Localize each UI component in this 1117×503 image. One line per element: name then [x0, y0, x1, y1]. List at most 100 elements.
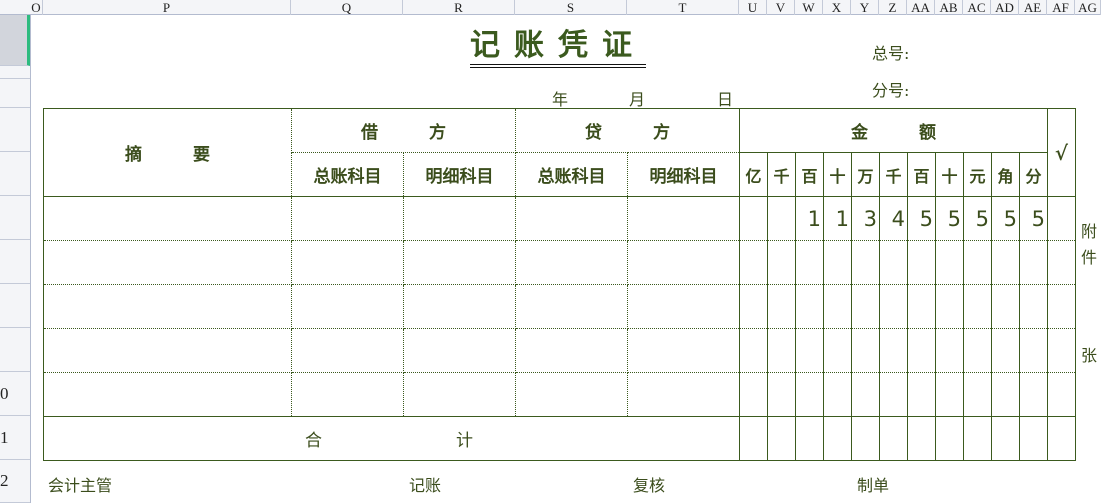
column-header-O[interactable]: O	[30, 0, 43, 15]
credit-detail-cell[interactable]	[627, 328, 740, 373]
amount-digit-cell[interactable]	[823, 372, 852, 417]
row-header[interactable]	[0, 66, 30, 79]
check-cell[interactable]	[1047, 240, 1076, 285]
amount-digit-cell[interactable]	[991, 328, 1020, 373]
total-amount-cell[interactable]	[935, 416, 964, 461]
amount-digit-cell[interactable]	[963, 372, 992, 417]
total-amount-cell[interactable]	[823, 416, 852, 461]
row-header[interactable]	[0, 196, 30, 240]
amount-digit-cell[interactable]: 5	[935, 196, 964, 241]
amount-digit-cell[interactable]	[767, 328, 796, 373]
amount-digit-cell[interactable]	[739, 372, 768, 417]
amount-digit-cell[interactable]	[823, 328, 852, 373]
amount-digit-cell[interactable]	[1019, 284, 1048, 329]
total-amount-cell[interactable]	[739, 416, 768, 461]
column-header-Z[interactable]: Z	[879, 0, 907, 15]
amount-digit-cell[interactable]	[907, 372, 936, 417]
amount-digit-cell[interactable]	[739, 284, 768, 329]
amount-digit-cell[interactable]	[739, 328, 768, 373]
amount-digit-cell[interactable]	[1019, 328, 1048, 373]
credit-gl-cell[interactable]	[515, 240, 628, 285]
amount-digit-cell[interactable]	[851, 240, 880, 285]
amount-digit-cell[interactable]	[795, 328, 824, 373]
amount-digit-cell[interactable]	[739, 196, 768, 241]
total-check-cell[interactable]	[1047, 416, 1076, 461]
row-header[interactable]	[0, 108, 30, 152]
amount-digit-cell[interactable]	[935, 328, 964, 373]
amount-digit-cell[interactable]	[879, 240, 908, 285]
column-header-S[interactable]: S	[515, 0, 627, 15]
amount-digit-cell[interactable]	[767, 240, 796, 285]
column-header-Y[interactable]: Y	[851, 0, 879, 15]
row-header[interactable]	[0, 284, 30, 328]
row-header[interactable]	[0, 15, 30, 66]
row-header[interactable]	[0, 240, 30, 284]
amount-digit-cell[interactable]	[907, 284, 936, 329]
amount-digit-cell[interactable]	[851, 284, 880, 329]
total-amount-cell[interactable]	[963, 416, 992, 461]
amount-digit-cell[interactable]	[879, 372, 908, 417]
amount-digit-cell[interactable]	[935, 372, 964, 417]
check-cell[interactable]	[1047, 284, 1076, 329]
amount-digit-cell[interactable]: 5	[963, 196, 992, 241]
amount-digit-cell[interactable]	[991, 240, 1020, 285]
column-header-AG[interactable]: AG	[1075, 0, 1101, 15]
column-header-Q[interactable]: Q	[291, 0, 403, 15]
credit-gl-cell[interactable]	[515, 372, 628, 417]
amount-digit-cell[interactable]: 5	[907, 196, 936, 241]
amount-digit-cell[interactable]	[963, 284, 992, 329]
amount-digit-cell[interactable]	[823, 240, 852, 285]
debit-gl-cell[interactable]	[291, 284, 404, 329]
column-header-P[interactable]: P	[43, 0, 291, 15]
amount-digit-cell[interactable]	[767, 196, 796, 241]
summary-cell[interactable]	[43, 196, 292, 241]
credit-detail-cell[interactable]	[627, 196, 740, 241]
column-header-U[interactable]: U	[739, 0, 767, 15]
debit-gl-cell[interactable]	[291, 196, 404, 241]
debit-detail-cell[interactable]	[403, 196, 516, 241]
debit-gl-cell[interactable]	[291, 328, 404, 373]
amount-digit-cell[interactable]	[851, 328, 880, 373]
row-header[interactable]: 1	[0, 416, 30, 460]
summary-cell[interactable]	[43, 328, 292, 373]
column-header-V[interactable]: V	[767, 0, 795, 15]
debit-gl-cell[interactable]	[291, 240, 404, 285]
amount-digit-cell[interactable]	[823, 284, 852, 329]
total-amount-cell[interactable]	[907, 416, 936, 461]
amount-digit-cell[interactable]	[739, 240, 768, 285]
amount-digit-cell[interactable]	[1019, 372, 1048, 417]
check-cell[interactable]	[1047, 328, 1076, 373]
row-header[interactable]	[0, 152, 30, 196]
amount-digit-cell[interactable]	[767, 372, 796, 417]
column-header-AA[interactable]: AA	[907, 0, 935, 15]
summary-cell[interactable]	[43, 240, 292, 285]
amount-digit-cell[interactable]	[795, 284, 824, 329]
amount-digit-cell[interactable]: 1	[823, 196, 852, 241]
amount-digit-cell[interactable]	[1019, 240, 1048, 285]
amount-digit-cell[interactable]: 1	[795, 196, 824, 241]
amount-digit-cell[interactable]	[963, 328, 992, 373]
amount-digit-cell[interactable]	[795, 372, 824, 417]
column-header-AB[interactable]: AB	[935, 0, 963, 15]
total-amount-cell[interactable]	[767, 416, 796, 461]
row-header[interactable]	[0, 328, 30, 372]
column-header-AF[interactable]: AF	[1047, 0, 1075, 15]
credit-gl-cell[interactable]	[515, 284, 628, 329]
amount-digit-cell[interactable]	[907, 240, 936, 285]
total-amount-cell[interactable]	[991, 416, 1020, 461]
credit-gl-cell[interactable]	[515, 328, 628, 373]
summary-cell[interactable]	[43, 372, 292, 417]
row-header[interactable]: 0	[0, 372, 30, 416]
column-header-AD[interactable]: AD	[991, 0, 1019, 15]
total-amount-cell[interactable]	[795, 416, 824, 461]
total-amount-cell[interactable]	[879, 416, 908, 461]
credit-gl-cell[interactable]	[515, 196, 628, 241]
amount-digit-cell[interactable]: 3	[851, 196, 880, 241]
amount-digit-cell[interactable]	[907, 328, 936, 373]
amount-digit-cell[interactable]: 4	[879, 196, 908, 241]
amount-digit-cell[interactable]	[851, 372, 880, 417]
row-header[interactable]: 2	[0, 460, 30, 503]
column-header-R[interactable]: R	[403, 0, 515, 15]
amount-digit-cell[interactable]: 5	[991, 196, 1020, 241]
debit-detail-cell[interactable]	[403, 372, 516, 417]
